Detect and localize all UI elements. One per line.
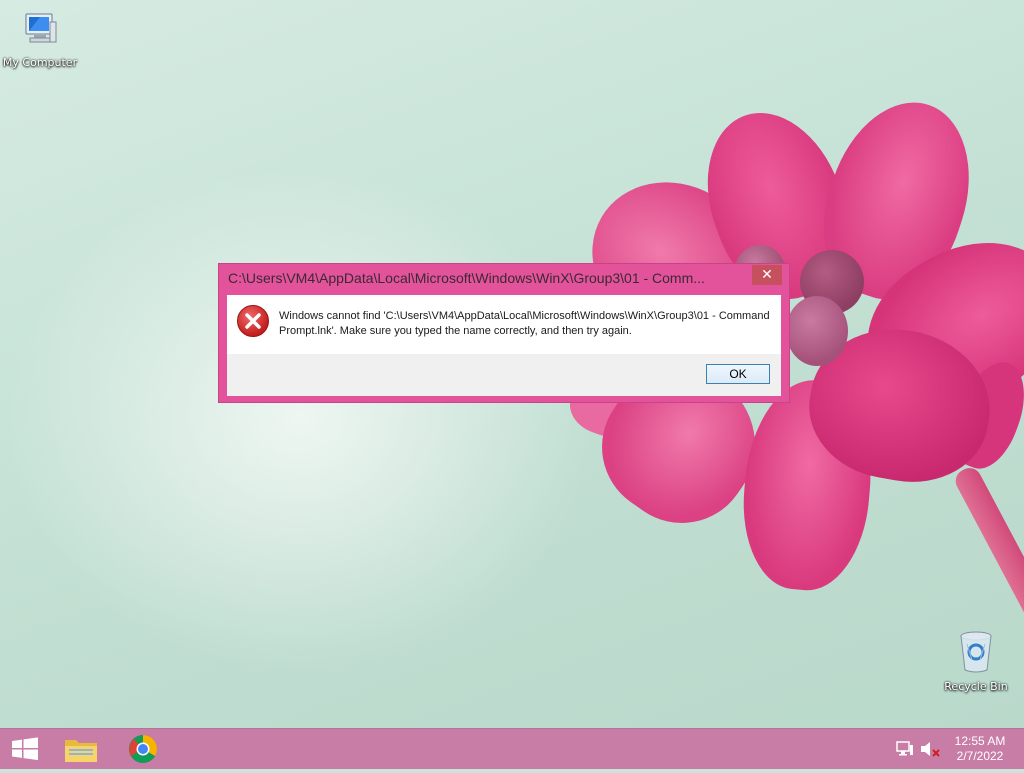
windows-logo-icon	[12, 737, 38, 761]
desktop-icon-label: Recycle Bin	[944, 680, 1008, 693]
taskbar-chrome[interactable]	[118, 729, 168, 769]
dialog-message: Windows cannot find 'C:\Users\VM4\AppDat…	[279, 310, 770, 337]
desktop-icon-recycle-bin[interactable]: Recycle Bin	[936, 630, 1016, 693]
dialog-close-button[interactable]: ✕	[752, 265, 782, 285]
start-button[interactable]	[0, 729, 50, 769]
clock-date: 2/7/2022	[956, 749, 1004, 763]
dialog-titlebar[interactable]: C:\Users\VM4\AppData\Local\Microsoft\Win…	[219, 264, 789, 294]
network-icon[interactable]	[896, 741, 914, 757]
close-icon: ✕	[761, 267, 773, 283]
error-icon	[237, 305, 269, 337]
error-x-glyph	[245, 313, 261, 329]
clock-time: 12:55 AM	[954, 734, 1006, 748]
chrome-icon	[129, 735, 157, 763]
desktop: My Computer Recycle Bin C:\Users\VM4\App…	[0, 0, 1024, 728]
dialog-title: C:\Users\VM4\AppData\Local\Microsoft\Win…	[228, 270, 705, 286]
error-dialog: C:\Users\VM4\AppData\Local\Microsoft\Win…	[218, 263, 790, 403]
recycle-bin-icon	[960, 631, 992, 673]
volume-muted-icon[interactable]	[920, 741, 940, 757]
dialog-content: Windows cannot find 'C:\Users\VM4\AppDat…	[227, 295, 781, 354]
wallpaper-bud	[786, 296, 848, 366]
ok-button[interactable]: OK	[706, 364, 770, 384]
taskbar-file-explorer[interactable]	[56, 729, 106, 769]
taskbar-clock[interactable]: 12:55 AM 2/7/2022	[950, 734, 1010, 764]
desktop-icon-label: My Computer	[2, 56, 78, 69]
folder-icon	[65, 740, 97, 762]
computer-icon	[25, 13, 57, 43]
desktop-icon-my-computer[interactable]: My Computer	[0, 10, 80, 69]
dialog-footer: OK	[227, 354, 781, 396]
taskbar: 12:55 AM 2/7/2022	[0, 728, 1024, 769]
